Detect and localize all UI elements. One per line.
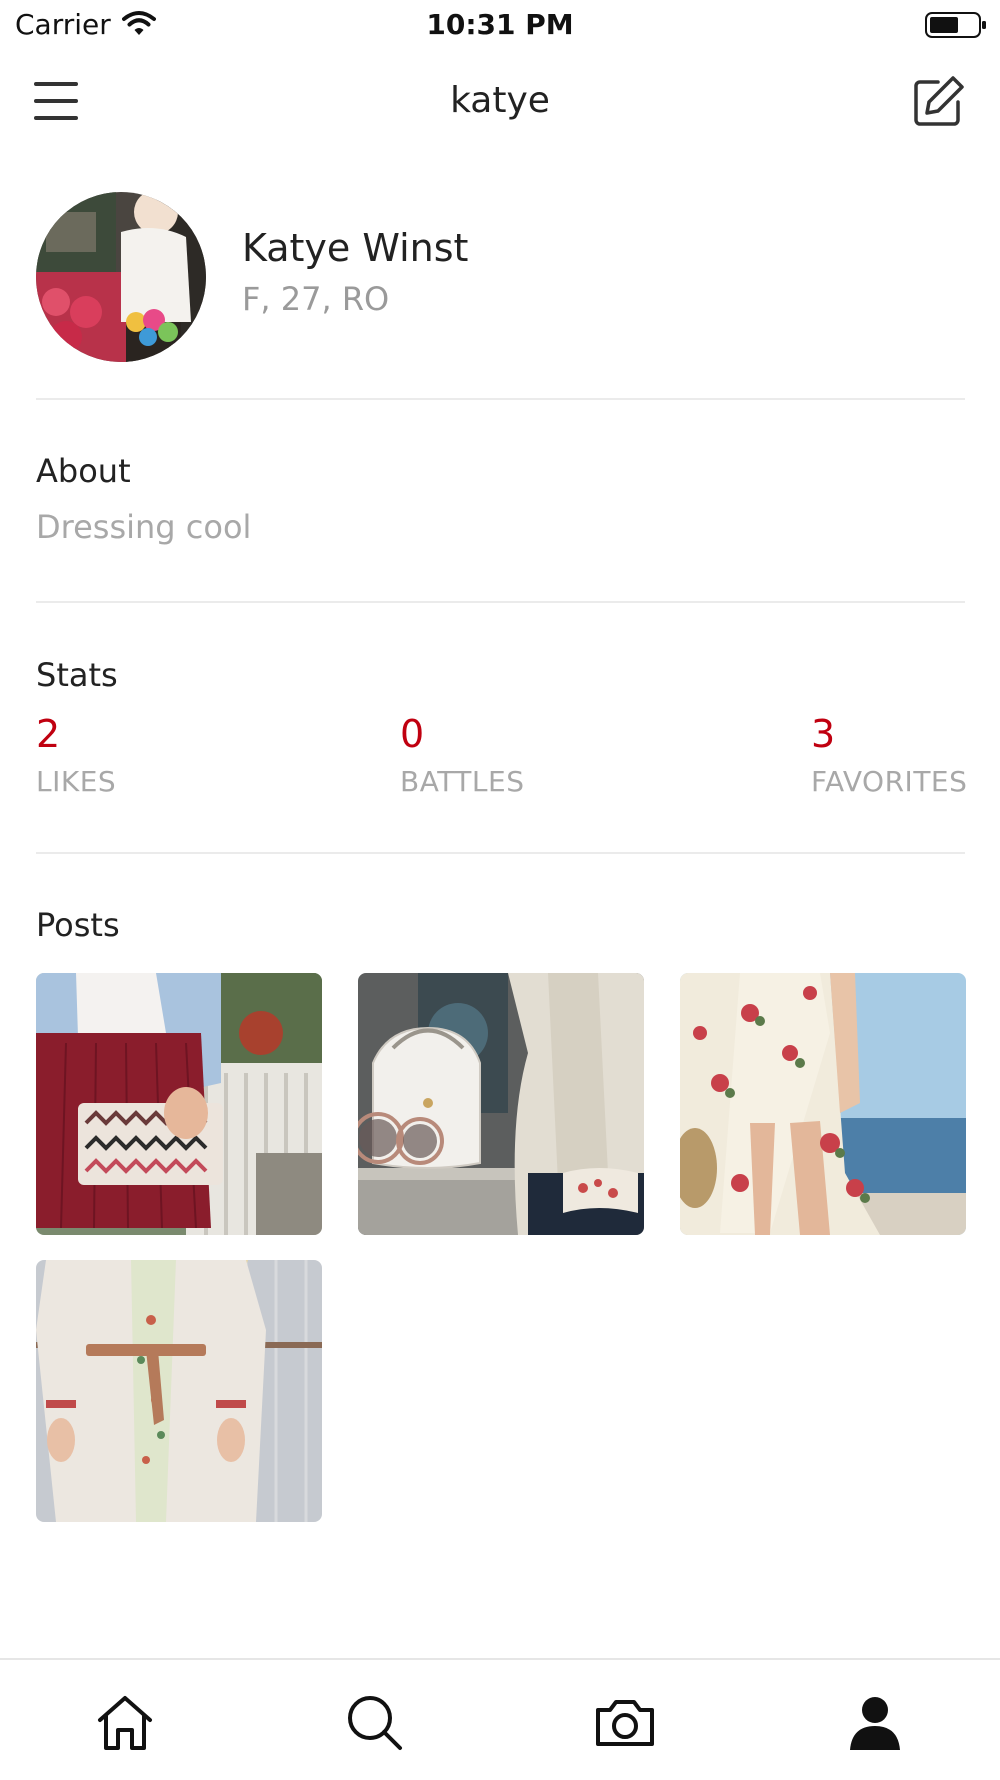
- tab-bar: [0, 1658, 1000, 1780]
- profile-icon[interactable]: [842, 1690, 908, 1756]
- page-title: katye: [450, 80, 550, 121]
- status-bar: Carrier 10:31 PM: [0, 0, 1000, 50]
- stat-favorites-value: 3: [811, 712, 836, 756]
- stat-favorites[interactable]: 3 FAVORITES: [811, 712, 967, 798]
- post-floral-dress[interactable]: [680, 973, 966, 1235]
- edit-icon[interactable]: [912, 74, 966, 128]
- post-cream-coat-belt[interactable]: [36, 1260, 322, 1522]
- post-red-skirt-clutch[interactable]: [36, 973, 322, 1235]
- stat-favorites-label: FAVORITES: [811, 765, 968, 798]
- about-text: Dressing cool: [36, 508, 252, 546]
- divider: [36, 398, 965, 400]
- stat-battles[interactable]: 0 BATTLES: [400, 712, 524, 798]
- camera-icon[interactable]: [592, 1690, 658, 1756]
- post-image: [36, 973, 322, 1235]
- stat-likes-value: 2: [36, 712, 61, 756]
- avatar-photo: [36, 192, 206, 362]
- about-heading: About: [36, 452, 131, 490]
- post-white-bag-sunglasses[interactable]: [358, 973, 644, 1235]
- status-time: 10:31 PM: [426, 8, 574, 41]
- divider: [36, 852, 965, 854]
- battery-icon: [925, 12, 986, 38]
- nav-bar: katye: [0, 60, 1000, 142]
- stat-battles-value: 0: [400, 712, 425, 756]
- avatar[interactable]: [36, 192, 206, 362]
- post-image: [36, 1260, 322, 1522]
- stat-likes-label: LIKES: [36, 765, 117, 798]
- post-image: [358, 973, 644, 1235]
- stat-battles-label: BATTLES: [400, 765, 525, 798]
- profile-meta: F, 27, RO: [242, 280, 390, 318]
- posts-heading: Posts: [36, 906, 120, 944]
- divider: [36, 601, 965, 603]
- stat-likes[interactable]: 2 LIKES: [36, 712, 116, 798]
- search-icon[interactable]: [342, 1690, 408, 1756]
- stats-heading: Stats: [36, 656, 118, 694]
- post-image: [680, 973, 966, 1235]
- profile-name: Katye Winst: [242, 226, 469, 270]
- home-icon[interactable]: [92, 1690, 158, 1756]
